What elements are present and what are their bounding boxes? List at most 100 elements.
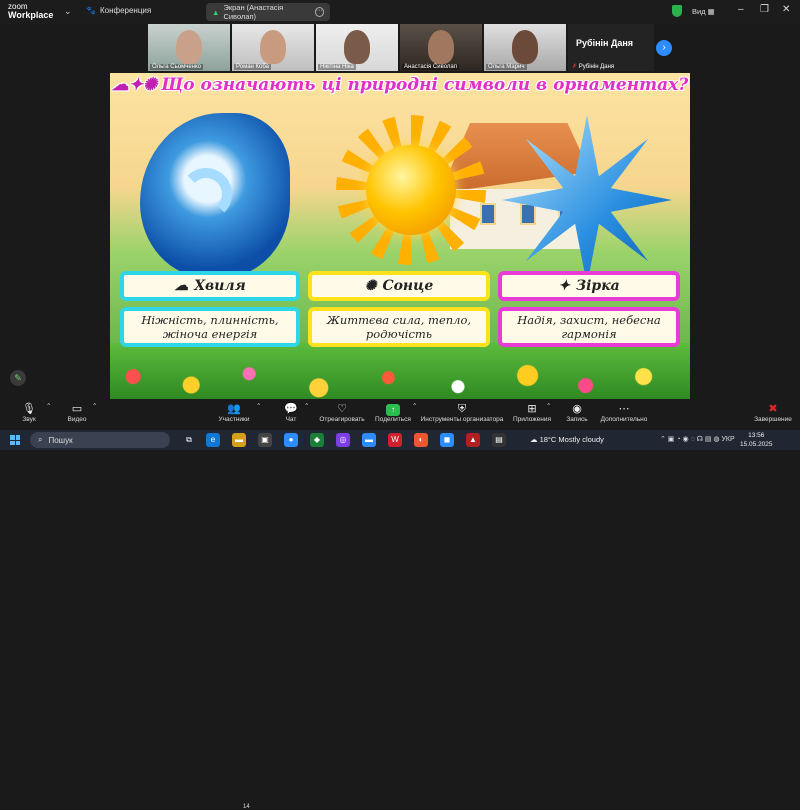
participant-tile[interactable]: Ольга Сьомченко — [148, 24, 230, 71]
heart-icon: ♡ — [337, 403, 347, 415]
zoom-app-icon[interactable]: ● — [284, 433, 298, 447]
conference-label: Конференция — [99, 6, 152, 15]
star-description: Надія, захист, небесна гармонія — [498, 307, 680, 347]
participant-video — [512, 30, 538, 64]
task-view-icon[interactable]: ⧉ — [182, 433, 196, 447]
more-options-icon[interactable]: ··· — [314, 7, 324, 17]
share-screen-icon: ▲ — [212, 7, 220, 17]
chat-options-caret[interactable]: ⌃ — [304, 402, 309, 410]
apps-label: Приложения — [512, 416, 552, 423]
participants-options-caret[interactable]: ⌃ — [256, 402, 261, 410]
meeting-controls: 🎙 Звук ⌃ ▭ Видео ⌃ 👥 Участники 14 ⌃ 💬 Ча… — [0, 400, 800, 810]
conference-menu[interactable]: 🐾 Конференция — [86, 6, 151, 15]
taskbar-search[interactable]: ⌕ Пошук — [30, 432, 170, 448]
audio-button[interactable]: 🎙 Звук — [14, 402, 44, 423]
app-icon-dark[interactable]: ▤ — [492, 433, 506, 447]
windows-start-icon[interactable] — [10, 435, 20, 445]
share-label: Поделиться — [375, 416, 411, 423]
edge-icon[interactable]: e — [206, 433, 220, 447]
camera-icon: ▭ — [71, 403, 83, 415]
participants-label: Участники — [218, 416, 250, 423]
share-screen-icon: ↑ — [372, 402, 414, 416]
sun-label: Сонце — [382, 278, 434, 294]
participant-name: Ольга Марич — [486, 64, 527, 70]
taskbar-clock[interactable]: 13:56 15.05.2025 — [740, 431, 773, 449]
participant-name: ✗ Рубінін Даня — [570, 63, 616, 70]
star-illustration — [502, 115, 672, 285]
clock-date: 15.05.2025 — [740, 441, 773, 448]
view-button[interactable]: Вид ▦ — [692, 7, 715, 16]
participant-name: Роман Коба — [234, 64, 271, 70]
participant-tile[interactable]: Анастасія Сиволап — [400, 24, 482, 71]
chat-label: Чат — [285, 416, 297, 423]
file-explorer-icon[interactable]: ▬ — [232, 433, 246, 447]
participants-button[interactable]: 👥 Участники — [214, 402, 254, 423]
end-label: Завершение — [754, 416, 792, 423]
office-icon[interactable]: W — [388, 433, 402, 447]
chevron-down-icon[interactable]: ⌄ — [64, 6, 72, 17]
zoom-meeting-icon[interactable]: ▬ — [362, 433, 376, 447]
end-icon: ✖ — [768, 403, 778, 415]
participant-tile-no-video[interactable]: Рубінін Даня ✗ Рубінін Даня — [568, 24, 654, 71]
view-label: Вид — [692, 7, 706, 16]
more-icon: ⋯ — [618, 403, 630, 415]
wave-description: Ніжність, плинність, жіноча енергія — [120, 307, 300, 347]
sun-description: Життєва сила, тепло, родючість — [308, 307, 490, 347]
participant-video — [428, 30, 454, 64]
video-button[interactable]: ▭ Видео — [62, 402, 92, 423]
wave-label: Хвиля — [194, 278, 246, 294]
record-button[interactable]: ◉ Запись — [562, 402, 592, 423]
star-icon: ✦ — [558, 278, 570, 294]
participants-icon: 👥 — [227, 403, 241, 415]
react-button[interactable]: ♡ Отреагировать — [316, 402, 368, 423]
share-options-caret[interactable]: ⌃ — [412, 402, 417, 410]
zoom-title-bar: zoom Workplace ⌄ 🐾 Конференция ▲ Экран (… — [0, 0, 800, 24]
shield-icon: ⛨ — [457, 403, 467, 415]
zoom-logo: zoom Workplace — [8, 2, 53, 20]
close-icon[interactable]: ✕ — [782, 4, 790, 15]
annotate-pen-icon[interactable]: ✎ — [10, 370, 26, 386]
chrome-icon[interactable]: ◐ — [414, 433, 428, 447]
wave-icon: ☁ — [174, 278, 189, 294]
system-tray[interactable]: ⌃ ▣ ◔ ◉ ◌ ☊ ▤ ◍ УКР — [660, 435, 735, 443]
muted-mic-icon: ✗ — [572, 64, 578, 70]
apps-options-caret[interactable]: ⌃ — [546, 402, 551, 410]
app-icon-red[interactable]: ▲ — [466, 433, 480, 447]
sun-illustration — [336, 115, 486, 265]
zoom-icon[interactable]: ◼ — [440, 433, 454, 447]
search-label: Пошук — [48, 435, 73, 445]
security-shield-icon[interactable] — [672, 5, 682, 17]
slide-title: ☁✦✺ Що означають ці природні символи в ор… — [110, 75, 690, 103]
more-button[interactable]: ⋯ Дополнительно — [598, 402, 650, 423]
host-tools-label: Инструменты организатора — [420, 416, 504, 423]
screen-share-indicator[interactable]: ▲ Экран (Анастасія Сиволап) ··· — [206, 3, 330, 21]
audio-options-caret[interactable]: ⌃ — [46, 402, 51, 410]
share-button[interactable]: ↑ Поделиться — [372, 402, 414, 423]
participant-video — [176, 30, 202, 64]
video-options-caret[interactable]: ⌃ — [92, 402, 97, 410]
participant-tile[interactable]: Роман Коба — [232, 24, 314, 71]
canva-icon[interactable]: ◎ — [336, 433, 350, 447]
tray-icons: ⌃ ▣ ◔ ◉ ◌ ☊ ▤ ◍ — [660, 436, 720, 443]
search-icon: ⌕ — [38, 435, 43, 444]
maximize-icon[interactable]: ❐ — [760, 4, 769, 15]
shared-screen-slide: ☁✦✺ Що означають ці природні символи в ор… — [110, 73, 690, 399]
language-indicator[interactable]: УКР — [721, 436, 734, 443]
app-icon[interactable]: ◆ — [310, 433, 324, 447]
wave-label-box: ☁ Хвиля — [120, 271, 300, 301]
minimize-icon[interactable]: – — [738, 4, 744, 15]
end-meeting-button[interactable]: ✖ Завершение — [752, 402, 794, 423]
participant-name: Анастасія Сиволап — [402, 64, 460, 70]
participant-tile[interactable]: Ольга Марич — [484, 24, 566, 71]
cloud-icon: ☁ — [530, 435, 538, 444]
microphone-icon: 🎙 — [22, 403, 36, 415]
next-participants-button[interactable]: › — [656, 40, 672, 56]
participant-tile[interactable]: Нікітіна Ніка — [316, 24, 398, 71]
host-tools-button[interactable]: ⛨ Инструменты организатора — [420, 402, 504, 423]
star-label: Зірка — [575, 278, 620, 294]
weather-widget[interactable]: ☁ 18°C Mostly cloudy — [530, 435, 604, 444]
weather-text: 18°C Mostly cloudy — [539, 435, 604, 444]
sun-label-box: ✺ Сонце — [308, 271, 490, 301]
store-icon[interactable]: ▣ — [258, 433, 272, 447]
chat-button[interactable]: 💬 Чат — [276, 402, 306, 423]
